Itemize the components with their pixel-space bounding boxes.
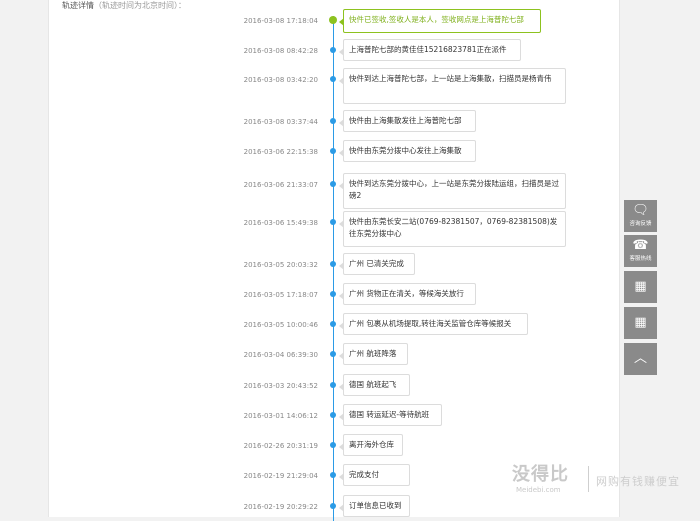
app-button[interactable]: ▦ — [624, 307, 657, 339]
watermark-slogan: 网购有钱赚便宜 — [596, 475, 680, 488]
event-time: 2016-02-19 20:29:22 — [243, 503, 318, 511]
event-description: 快件由东莞分拨中心发往上海集散 — [339, 140, 476, 162]
event-time: 2016-03-06 15:49:38 — [243, 219, 318, 227]
timeline-dot — [330, 118, 336, 124]
feedback-button[interactable]: 🗨 咨询反馈 — [624, 200, 657, 232]
event-time: 2016-03-04 06:39:30 — [243, 351, 318, 359]
timeline-dot — [330, 181, 336, 187]
event-time: 2016-03-06 21:33:07 — [243, 181, 318, 189]
chevron-up-icon: ︿ — [633, 351, 647, 366]
event-time: 2016-03-06 22:15:38 — [243, 148, 318, 156]
event-description: 订单信息已收到 — [339, 495, 410, 517]
event-time: 2016-03-01 14:06:12 — [243, 412, 318, 420]
event-description: 广州 已清关完成 — [339, 253, 415, 275]
timeline-dot — [330, 472, 336, 478]
timeline-dot — [330, 76, 336, 82]
event-time: 2016-02-19 21:29:04 — [243, 472, 318, 480]
event-time: 2016-03-08 03:37:44 — [243, 118, 318, 126]
event-description: 快件已签收,签收人是本人，签收网点是上海普陀七部 — [339, 9, 541, 33]
chat-bubble-icon: 🗨 — [632, 203, 649, 218]
event-description: 广州 包裹从机场提取,转往海关监管仓库等候报关 — [339, 313, 528, 335]
timeline-dot — [330, 382, 336, 388]
timeline-dot — [330, 261, 336, 267]
event-time: 2016-03-05 10:00:46 — [243, 321, 318, 329]
timeline-dot — [330, 47, 336, 53]
event-time: 2016-03-08 03:42:20 — [243, 76, 318, 84]
hotline-button[interactable]: ☎ 客服热线 — [624, 235, 657, 267]
timeline-dot — [330, 291, 336, 297]
watermark-domain: Meidebi.com — [516, 486, 561, 494]
timeline-dot — [330, 442, 336, 448]
watermark: 没得比 Meidebi.com 网购有钱赚便宜 — [512, 460, 697, 500]
event-time: 2016-03-05 20:03:32 — [243, 261, 318, 269]
event-description: 快件由东莞长安二站(0769-82381507，0769-82381508)发往… — [339, 211, 566, 247]
event-description: 快件到达东莞分拨中心，上一站是东莞分拨陆运组，扫描员是过磅2 — [339, 173, 566, 209]
event-description: 完成支付 — [339, 464, 410, 486]
event-time: 2016-03-03 20:43:52 — [243, 382, 318, 390]
feedback-label: 咨询反馈 — [629, 221, 652, 227]
timeline-dot — [330, 148, 336, 154]
timeline-dot — [330, 412, 336, 418]
timeline-dot-current — [329, 16, 337, 24]
watermark-logo: 没得比 — [512, 464, 569, 485]
event-description: 上海普陀七部的黄佳佳15216823781正在派件 — [339, 39, 521, 61]
qr-code-icon: ▦ — [634, 279, 647, 294]
timeline-dot — [330, 503, 336, 509]
tracking-heading: 轨迹详情（轨迹时间为北京时间）： — [62, 0, 186, 11]
event-description: 德国 转运延迟-等待航班 — [339, 404, 442, 426]
event-time: 2016-02-26 20:31:19 — [243, 442, 318, 450]
tracking-title: 轨迹详情 — [62, 1, 94, 10]
event-description: 广州 货物正在清关，等候海关放行 — [339, 283, 476, 305]
event-time: 2016-03-05 17:18:07 — [243, 291, 318, 299]
watermark-divider — [588, 466, 589, 492]
grid-app-icon: ▦ — [634, 315, 647, 330]
timeline-dot — [330, 321, 336, 327]
back-to-top-button[interactable]: ︿ — [624, 343, 657, 375]
tracking-time-note: （轨迹时间为北京时间）： — [94, 1, 186, 10]
qr-code-button[interactable]: ▦ — [624, 271, 657, 303]
headset-icon: ☎ — [632, 238, 649, 253]
event-description: 快件由上海集散发往上海普陀七部 — [339, 110, 476, 132]
event-description: 德国 航班起飞 — [339, 374, 410, 396]
event-description: 离开海外仓库 — [339, 434, 403, 456]
hotline-label: 客服热线 — [629, 256, 652, 262]
timeline-dot — [330, 219, 336, 225]
event-description: 广州 航班降落 — [339, 343, 408, 365]
event-description: 快件到达上海普陀七部，上一站是上海集散，扫描员是杨青伟 — [339, 68, 566, 104]
event-time: 2016-03-08 17:18:04 — [243, 17, 318, 25]
event-time: 2016-03-08 08:42:28 — [243, 47, 318, 55]
timeline-dot — [330, 351, 336, 357]
